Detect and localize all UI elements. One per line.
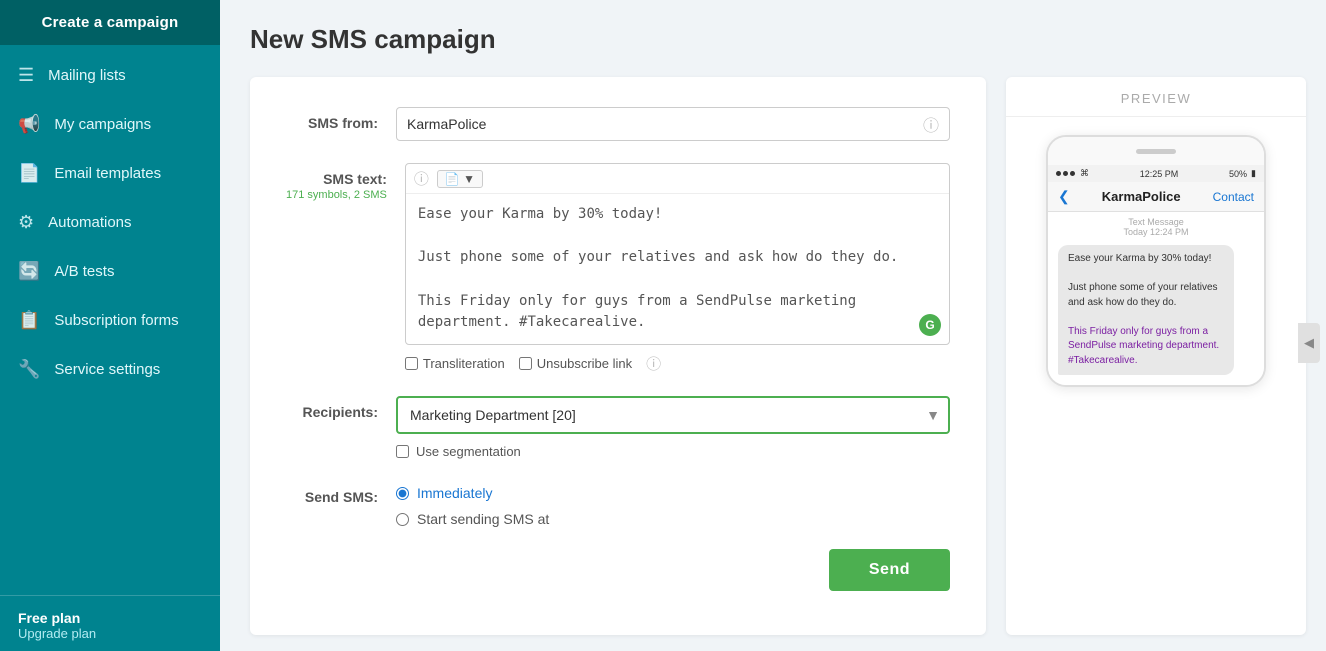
- code-button[interactable]: 📄 ▼: [437, 170, 483, 188]
- recipients-select-wrap: Marketing Department [20] All subscriber…: [396, 396, 950, 434]
- phone-bubble: Ease your Karma by 30% today! Just phone…: [1058, 245, 1234, 375]
- phone-top: [1048, 137, 1264, 165]
- unsubscribe-link-checkbox-label[interactable]: Unsubscribe link: [519, 356, 632, 371]
- send-immediately-radio[interactable]: [396, 487, 409, 500]
- textarea-toolbar: ⓘ 📄 ▼: [406, 164, 949, 194]
- sidebar-item-label: Subscription forms: [54, 312, 178, 329]
- unsubscribe-link-checkbox[interactable]: [519, 357, 532, 370]
- phone-speaker: [1136, 149, 1176, 154]
- phone-time: 12:25 PM: [1140, 169, 1179, 179]
- sms-from-input-wrap: ⓘ: [396, 107, 950, 141]
- sidebar-item-label: Automations: [48, 214, 131, 231]
- send-button[interactable]: Send: [829, 549, 950, 591]
- sidebar-item-label: Service settings: [54, 361, 160, 378]
- phone-messages: Ease your Karma by 30% today! Just phone…: [1048, 239, 1264, 385]
- upgrade-link[interactable]: Upgrade plan: [18, 626, 202, 641]
- phone-battery-icon: ▮: [1251, 168, 1256, 179]
- sidebar-item-automations[interactable]: ⚙ Automations: [0, 198, 220, 247]
- sidebar-footer: Free plan Upgrade plan: [0, 595, 220, 651]
- plan-name: Free plan: [18, 610, 202, 626]
- mailing-lists-icon: ☰: [18, 65, 34, 86]
- phone-status-bar: ⌘ 12:25 PM 50% ▮: [1048, 165, 1264, 182]
- sms-from-input[interactable]: [407, 108, 917, 140]
- textarea-help-icon[interactable]: ⓘ: [414, 168, 429, 189]
- phone-contact-action: Contact: [1213, 190, 1254, 204]
- textarea-options: Transliteration Unsubscribe link ⓘ: [405, 353, 950, 374]
- send-sms-control: Immediately Start sending SMS at: [396, 481, 950, 527]
- phone-back-icon: ❮: [1058, 188, 1070, 205]
- phone-battery-pct: 50%: [1229, 169, 1247, 179]
- transliteration-checkbox[interactable]: [405, 357, 418, 370]
- preview-header: PREVIEW: [1006, 77, 1306, 117]
- sidebar-item-label: My campaigns: [54, 116, 151, 133]
- recipients-select[interactable]: Marketing Department [20] All subscriber…: [396, 396, 950, 434]
- my-campaigns-icon: 📢: [18, 114, 40, 135]
- sidebar-item-ab-tests[interactable]: 🔄 A/B tests: [0, 247, 220, 296]
- sms-from-help-icon[interactable]: ⓘ: [923, 112, 939, 136]
- main-content: New SMS campaign SMS from: ⓘ SMS text: 1…: [220, 0, 1326, 651]
- phone-mockup: ⌘ 12:25 PM 50% ▮ ❮ KarmaPolice Contact: [1046, 135, 1266, 387]
- send-immediately-label[interactable]: Immediately: [396, 485, 950, 501]
- email-templates-icon: 📄: [18, 163, 40, 184]
- sidebar-nav: ☰ Mailing lists 📢 My campaigns 📄 Email t…: [0, 45, 220, 595]
- signal-dot-1: [1056, 171, 1061, 176]
- create-campaign-button[interactable]: Create a campaign: [0, 0, 220, 45]
- page-title: New SMS campaign: [250, 24, 1306, 55]
- sidebar-item-subscription-forms[interactable]: 📋 Subscription forms: [0, 296, 220, 345]
- send-scheduled-radio[interactable]: [396, 513, 409, 526]
- service-settings-icon: 🔧: [18, 359, 40, 380]
- subscription-forms-icon: 📋: [18, 310, 40, 331]
- use-segmentation-checkbox[interactable]: [396, 445, 409, 458]
- sms-text-row: SMS text: 171 symbols, 2 SMS ⓘ 📄 ▼ Ease …: [286, 163, 950, 374]
- phone-msg-header: Text Message Today 12:24 PM: [1048, 212, 1264, 239]
- transliteration-checkbox-label[interactable]: Transliteration: [405, 356, 505, 371]
- phone-status-right: 50% ▮: [1229, 168, 1256, 179]
- ab-tests-icon: 🔄: [18, 261, 40, 282]
- sms-text-input[interactable]: Ease your Karma by 30% today! Just phone…: [406, 194, 949, 339]
- sms-text-sublabel: 171 symbols, 2 SMS: [286, 189, 387, 201]
- phone-nav: ❮ KarmaPolice Contact: [1048, 182, 1264, 212]
- sms-from-label: SMS from:: [286, 107, 396, 131]
- sidebar-item-my-campaigns[interactable]: 📢 My campaigns: [0, 100, 220, 149]
- unsubscribe-help-icon[interactable]: ⓘ: [646, 353, 661, 374]
- content-area: SMS from: ⓘ SMS text: 171 symbols, 2 SMS: [250, 77, 1306, 635]
- send-btn-row: Send: [286, 549, 950, 591]
- recipients-label: Recipients:: [286, 396, 396, 420]
- form-panel: SMS from: ⓘ SMS text: 171 symbols, 2 SMS: [250, 77, 986, 635]
- grammarly-icon: G: [919, 314, 941, 336]
- preview-toggle-button[interactable]: ◀: [1298, 323, 1320, 363]
- sidebar: Create a campaign ☰ Mailing lists 📢 My c…: [0, 0, 220, 651]
- sidebar-item-label: Mailing lists: [48, 67, 126, 84]
- bubble-text-3: This Friday only for guys from a SendPul…: [1068, 326, 1219, 366]
- phone-contact-name: KarmaPolice: [1102, 189, 1181, 204]
- signal-dot-2: [1063, 171, 1068, 176]
- recipients-control: Marketing Department [20] All subscriber…: [396, 396, 950, 459]
- sms-text-control: ⓘ 📄 ▼ Ease your Karma by 30% today! Just…: [405, 163, 950, 374]
- send-sms-label: Send SMS:: [286, 481, 396, 505]
- segmentation-row: Use segmentation: [396, 444, 950, 459]
- sidebar-item-email-templates[interactable]: 📄 Email templates: [0, 149, 220, 198]
- sms-from-control: ⓘ: [396, 107, 950, 141]
- use-segmentation-label[interactable]: Use segmentation: [416, 444, 521, 459]
- sidebar-item-label: A/B tests: [54, 263, 114, 280]
- phone-signal-dots: ⌘: [1056, 168, 1089, 179]
- sms-text-label: SMS text: 171 symbols, 2 SMS: [286, 163, 405, 201]
- bubble-text-1: Ease your Karma by 30% today!: [1068, 253, 1211, 264]
- sidebar-item-service-settings[interactable]: 🔧 Service settings: [0, 345, 220, 394]
- send-sms-row: Send SMS: Immediately Start sending SMS …: [286, 481, 950, 527]
- bubble-text-2: Just phone some of your relatives and as…: [1068, 282, 1218, 308]
- send-sms-radio-group: Immediately Start sending SMS at: [396, 481, 950, 527]
- wifi-icon: ⌘: [1080, 168, 1089, 179]
- signal-dot-3: [1070, 171, 1075, 176]
- sms-from-row: SMS from: ⓘ: [286, 107, 950, 141]
- automations-icon: ⚙: [18, 212, 34, 233]
- sidebar-item-label: Email templates: [54, 165, 161, 182]
- sms-textarea-wrap: ⓘ 📄 ▼ Ease your Karma by 30% today! Just…: [405, 163, 950, 345]
- sidebar-item-mailing-lists[interactable]: ☰ Mailing lists: [0, 51, 220, 100]
- recipients-row: Recipients: Marketing Department [20] Al…: [286, 396, 950, 459]
- send-scheduled-label[interactable]: Start sending SMS at: [396, 511, 950, 527]
- preview-panel: PREVIEW ◀ ⌘ 12:25 PM 50%: [1006, 77, 1306, 635]
